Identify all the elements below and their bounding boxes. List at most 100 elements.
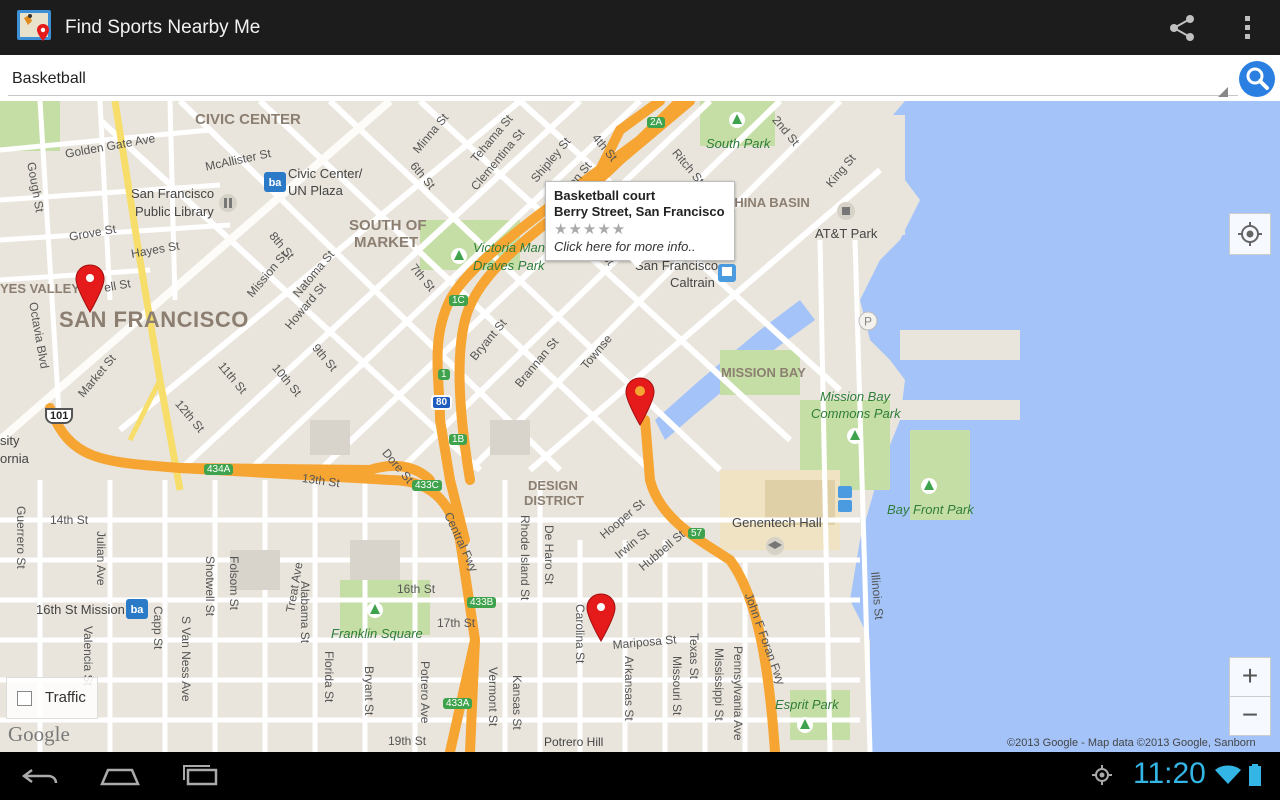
street-de-haro: De Haro St <box>542 525 556 585</box>
label-hayes-valley: YES VALLEY <box>0 281 80 296</box>
street-pennsylvania: Pennsylvania Ave <box>731 646 745 741</box>
street-mississippi: Mississippi St <box>712 648 726 721</box>
label-potrero-hill: Potrero Hill <box>544 735 604 749</box>
label-ornia: ornia <box>0 451 29 466</box>
street-kansas: Kansas St <box>510 675 524 730</box>
label-genentech-hall: Genentech Hall <box>732 515 822 530</box>
street-16th: 16th St <box>397 582 436 596</box>
street-capp: Capp St <box>151 606 165 650</box>
street-julian: Julian Ave <box>94 531 108 586</box>
label-civic-center: CIVIC CENTER <box>195 111 301 128</box>
traffic-checkbox[interactable] <box>17 691 32 706</box>
my-location-button[interactable] <box>1229 213 1271 255</box>
label-mission-bay-commons: Mission Bay <box>820 389 891 404</box>
bart-station-icon: ba <box>264 172 286 192</box>
label-victoria-park-2: Draves Park <box>473 258 545 273</box>
park-icon-victoria <box>451 248 467 264</box>
label-att-park: AT&T Park <box>815 226 878 241</box>
share-icon[interactable] <box>1166 12 1198 44</box>
home-icon[interactable] <box>98 760 142 792</box>
shield-434a: 434A <box>204 464 234 475</box>
overflow-menu-icon[interactable] <box>1236 12 1260 44</box>
street-guerrero: Guerrero St <box>14 506 28 569</box>
park-icon-mission-bay <box>847 428 863 444</box>
label-franklin-square: Franklin Square <box>331 626 423 641</box>
label-south-of-market-2: MARKET <box>354 234 419 251</box>
shield-101: 101 <box>45 408 74 424</box>
svg-text:ba: ba <box>269 177 283 189</box>
shield-57: 57 <box>688 528 706 539</box>
street-potrero-ave: Potrero Ave <box>418 661 432 724</box>
label-civic-center-station: Civic Center/ <box>288 166 363 181</box>
marker-san-francisco[interactable] <box>75 264 105 314</box>
info-window-tail <box>629 259 645 268</box>
label-design-district: DESIGN <box>528 478 578 493</box>
google-logo: Google <box>8 722 70 746</box>
search-icon[interactable] <box>1238 60 1276 98</box>
svg-text:P: P <box>864 315 872 329</box>
shield-1b: 1B <box>449 434 468 445</box>
zoom-in-button[interactable]: + <box>1229 657 1271 697</box>
system-navigation-bar <box>0 752 1280 800</box>
street-texas: Texas St <box>687 633 701 680</box>
park-icon-bay-front <box>921 478 937 494</box>
search-input[interactable] <box>8 63 1238 96</box>
park-icon-esprit <box>797 717 813 733</box>
status-clock: 11:20 <box>1133 757 1206 790</box>
train-icon <box>718 264 736 282</box>
app-logo-icon <box>17 10 51 41</box>
wifi-icon <box>1215 765 1241 784</box>
street-s-van-ness: S Van Ness Ave <box>179 616 193 702</box>
zoom-out-button[interactable]: − <box>1229 696 1271 736</box>
street-florida: Florida St <box>322 651 336 703</box>
park-icon <box>729 112 745 128</box>
shield-433c: 433C <box>412 480 442 491</box>
recents-icon[interactable] <box>178 760 222 792</box>
shield-433b: 433B <box>467 597 497 608</box>
label-sf-library: San Francisco <box>131 186 215 201</box>
street-vermont: Vermont St <box>486 667 500 727</box>
crosshair-icon <box>1238 222 1262 246</box>
label-mission-bay: MISSION BAY <box>721 365 806 380</box>
battery-icon <box>1249 764 1261 786</box>
app-title: Find Sports Nearby Me <box>65 17 261 38</box>
traffic-label: Traffic <box>45 689 86 706</box>
label-sf-caltrain-2: Caltrain <box>670 275 715 290</box>
park-icon-franklin <box>367 602 383 618</box>
traffic-toggle[interactable]: Traffic <box>6 677 98 719</box>
label-sf-library-2: Public Library <box>135 204 214 219</box>
info-window-more-link[interactable]: Click here for more info.. <box>554 239 696 254</box>
street-missouri: Missouri St <box>670 656 684 716</box>
bart-station-icon-16th: ba <box>126 599 148 619</box>
tram-icon <box>838 486 852 512</box>
label-south-of-market: SOUTH OF <box>349 217 427 234</box>
street-bryant-2: Bryant St <box>362 666 376 716</box>
street-rhode-island: Rhode Island St <box>518 515 532 601</box>
shield-433a: 433A <box>443 698 473 709</box>
svg-text:ba: ba <box>131 604 145 616</box>
shield-1: 1 <box>438 369 450 380</box>
street-14th: 14th St <box>50 513 89 527</box>
info-window-title: Basketball court <box>554 188 656 203</box>
basketball-court-marker-berry[interactable] <box>625 377 655 427</box>
label-esprit-park: Esprit Park <box>775 697 839 712</box>
back-icon[interactable] <box>18 760 62 792</box>
street-arkansas: Arkansas St <box>622 656 636 721</box>
label-16th-st-mission: 16th St Mission <box>36 602 125 617</box>
shield-80: 80 <box>431 395 453 410</box>
info-window-rating: ★★★★★ <box>554 221 627 238</box>
search-bar <box>0 55 1280 101</box>
shield-2a: 2A <box>647 117 666 128</box>
marker-info-window[interactable]: Basketball court Berry Street, San Franc… <box>545 181 735 261</box>
marker-potrero[interactable] <box>586 593 616 643</box>
stadium-icon <box>837 202 855 220</box>
info-window-address: Berry Street, San Francisco <box>554 204 725 219</box>
shield-1c: 1C <box>449 295 468 306</box>
library-icon <box>219 194 237 212</box>
street-folsom: Folsom St <box>227 556 241 611</box>
label-china-basin: CHINA BASIN <box>725 195 810 210</box>
action-bar: Find Sports Nearby Me <box>0 0 1280 55</box>
gps-icon <box>1092 765 1112 785</box>
label-bay-front-park: Bay Front Park <box>887 502 974 517</box>
label-south-park: South Park <box>706 136 771 151</box>
